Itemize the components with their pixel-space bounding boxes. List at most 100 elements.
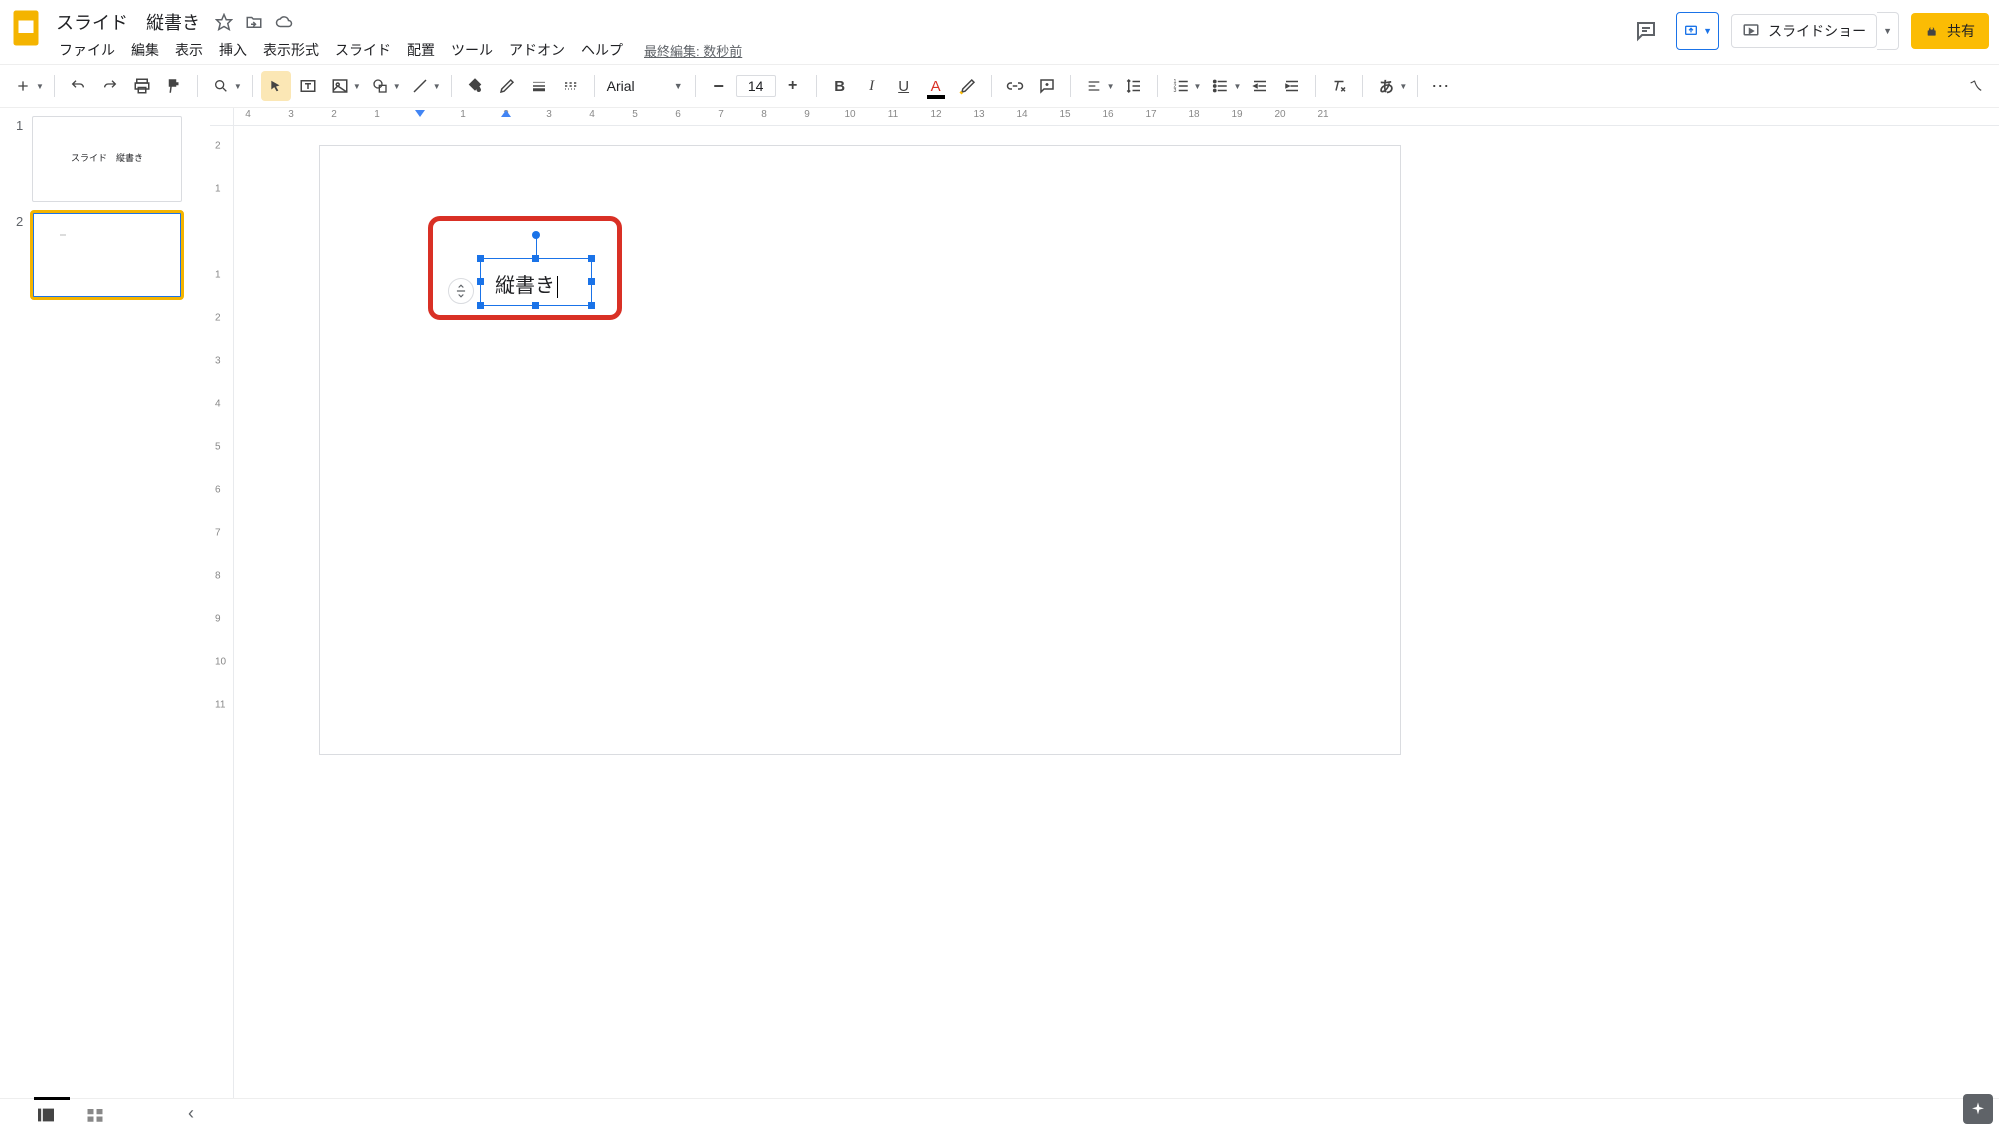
insert-comment-button[interactable] xyxy=(1032,71,1062,101)
present-upload-button[interactable]: ▼ xyxy=(1676,12,1719,50)
bulleted-list-button[interactable] xyxy=(1205,71,1235,101)
canvas-column: 4321123456789101112131415161718192021 21… xyxy=(210,108,1999,1122)
line-tool-button[interactable] xyxy=(405,71,435,101)
new-slide-caret[interactable]: ▼ xyxy=(36,82,44,91)
insert-link-button[interactable] xyxy=(1000,71,1030,101)
numbered-list-caret[interactable]: ▼ xyxy=(1194,82,1202,91)
underline-button[interactable]: U xyxy=(889,71,919,101)
font-size-increase[interactable]: + xyxy=(778,71,808,101)
zoom-button[interactable] xyxy=(206,71,236,101)
image-caret[interactable]: ▼ xyxy=(353,82,361,91)
active-view-indicator xyxy=(34,1097,70,1100)
menu-addons[interactable]: アドオン xyxy=(502,36,572,64)
comments-button[interactable] xyxy=(1628,12,1664,50)
workspace: 1 スライド 縦書き 2 ⋯ 4321123456789101112131415… xyxy=(0,108,1999,1122)
shape-caret[interactable]: ▼ xyxy=(393,82,401,91)
footer-bar: ‹ xyxy=(0,1098,1999,1130)
explore-button[interactable] xyxy=(1963,1094,1993,1124)
slide-canvas[interactable]: 縦書き xyxy=(320,146,1400,754)
border-weight-button[interactable] xyxy=(524,71,554,101)
toolbar-expand-button[interactable]: ㄟ xyxy=(1961,71,1991,101)
input-tools-caret[interactable]: ▼ xyxy=(1399,82,1407,91)
menu-format[interactable]: 表示形式 xyxy=(256,36,326,64)
font-size-decrease[interactable]: − xyxy=(704,71,734,101)
menu-insert[interactable]: 挿入 xyxy=(212,36,254,64)
paint-format-button[interactable] xyxy=(159,71,189,101)
menu-help[interactable]: ヘルプ xyxy=(574,36,630,64)
selected-textbox[interactable]: 縦書き xyxy=(480,258,592,306)
clear-formatting-button[interactable] xyxy=(1324,71,1354,101)
text-color-button[interactable]: A xyxy=(921,71,951,101)
align-button[interactable] xyxy=(1079,71,1109,101)
canvas-scroll[interactable]: 縦書き xyxy=(234,126,1999,1122)
slideshow-label: スライドショー xyxy=(1768,21,1866,41)
numbered-list-button[interactable]: 123 xyxy=(1166,71,1196,101)
rotation-handle[interactable] xyxy=(532,231,540,239)
font-size-input[interactable]: 14 xyxy=(736,75,776,97)
filmstrip-view-button[interactable] xyxy=(36,1107,56,1123)
slide-thumbnails-panel[interactable]: 1 スライド 縦書き 2 ⋯ xyxy=(0,108,210,1122)
last-edit-link[interactable]: 最終編集: 数秒前 xyxy=(644,41,742,60)
horizontal-ruler[interactable]: 4321123456789101112131415161718192021 xyxy=(234,108,1999,126)
ruler-corner xyxy=(210,108,234,126)
cloud-status-icon[interactable] xyxy=(274,12,294,32)
border-dash-button[interactable] xyxy=(556,71,586,101)
line-spacing-button[interactable] xyxy=(1119,71,1149,101)
doc-title[interactable]: スライド 縦書き xyxy=(52,7,204,37)
bold-button[interactable]: B xyxy=(825,71,855,101)
undo-button[interactable] xyxy=(63,71,93,101)
resize-handle-lc[interactable] xyxy=(477,278,484,285)
move-folder-icon[interactable] xyxy=(244,12,264,32)
line-caret[interactable]: ▼ xyxy=(433,82,441,91)
indent-decrease-button[interactable] xyxy=(1245,71,1275,101)
new-slide-button[interactable] xyxy=(8,71,38,101)
fill-color-button[interactable] xyxy=(460,71,490,101)
resize-handle-bl[interactable] xyxy=(477,302,484,309)
more-tools-button[interactable]: ⋯ xyxy=(1426,71,1456,101)
image-tool-button[interactable] xyxy=(325,71,355,101)
menu-arrange[interactable]: 配置 xyxy=(400,36,442,64)
resize-handle-tr[interactable] xyxy=(588,255,595,262)
collapse-panel-button[interactable]: ‹ xyxy=(188,1103,194,1124)
star-icon[interactable] xyxy=(214,12,234,32)
share-button[interactable]: 共有 xyxy=(1911,13,1989,49)
textbox-tool-button[interactable] xyxy=(293,71,323,101)
menu-view[interactable]: 表示 xyxy=(168,36,210,64)
autofit-options-button[interactable] xyxy=(448,278,474,304)
resize-handle-bc[interactable] xyxy=(532,302,539,309)
bulleted-list-caret[interactable]: ▼ xyxy=(1233,82,1241,91)
resize-handle-br[interactable] xyxy=(588,302,595,309)
border-color-button[interactable] xyxy=(492,71,522,101)
redo-button[interactable] xyxy=(95,71,125,101)
input-tools-button[interactable]: あ xyxy=(1371,71,1401,101)
print-button[interactable] xyxy=(127,71,157,101)
slideshow-button[interactable]: スライドショー xyxy=(1731,14,1877,48)
resize-handle-tl[interactable] xyxy=(477,255,484,262)
slideshow-caret[interactable]: ▼ xyxy=(1877,12,1899,50)
shape-tool-button[interactable] xyxy=(365,71,395,101)
menu-tools[interactable]: ツール xyxy=(444,36,500,64)
textbox-text[interactable]: 縦書き xyxy=(495,269,558,298)
vertical-ruler[interactable]: 211234567891011 xyxy=(210,126,234,1122)
menu-file[interactable]: ファイル xyxy=(52,36,122,64)
indent-increase-button[interactable] xyxy=(1277,71,1307,101)
italic-button[interactable]: I xyxy=(857,71,887,101)
app-header: スライド 縦書き ファイル 編集 表示 挿入 表示形式 スライド 配置 ツール … xyxy=(0,0,1999,64)
resize-handle-tc[interactable] xyxy=(532,255,539,262)
font-family-select[interactable]: Arial▼ xyxy=(603,78,687,95)
share-label: 共有 xyxy=(1947,21,1975,41)
menu-edit[interactable]: 編集 xyxy=(124,36,166,64)
slides-logo[interactable] xyxy=(6,8,46,48)
thumb-preview-text: ⋯ xyxy=(60,232,65,239)
thumbnail-1[interactable]: 1 スライド 縦書き xyxy=(16,116,206,202)
highlight-color-button[interactable] xyxy=(953,71,983,101)
grid-view-button[interactable] xyxy=(86,1107,104,1123)
zoom-caret[interactable]: ▼ xyxy=(234,82,242,91)
header-right: ▼ スライドショー ▼ 共有 xyxy=(1628,8,1993,50)
menu-slide[interactable]: スライド xyxy=(328,36,398,64)
toolbar: ▼ ▼ ▼ ▼ ▼ Arial▼ − 14 + B I U A ▼ 123 ▼ … xyxy=(0,64,1999,108)
align-caret[interactable]: ▼ xyxy=(1107,82,1115,91)
resize-handle-rc[interactable] xyxy=(588,278,595,285)
select-tool-button[interactable] xyxy=(261,71,291,101)
thumbnail-2[interactable]: 2 ⋯ xyxy=(16,212,206,298)
